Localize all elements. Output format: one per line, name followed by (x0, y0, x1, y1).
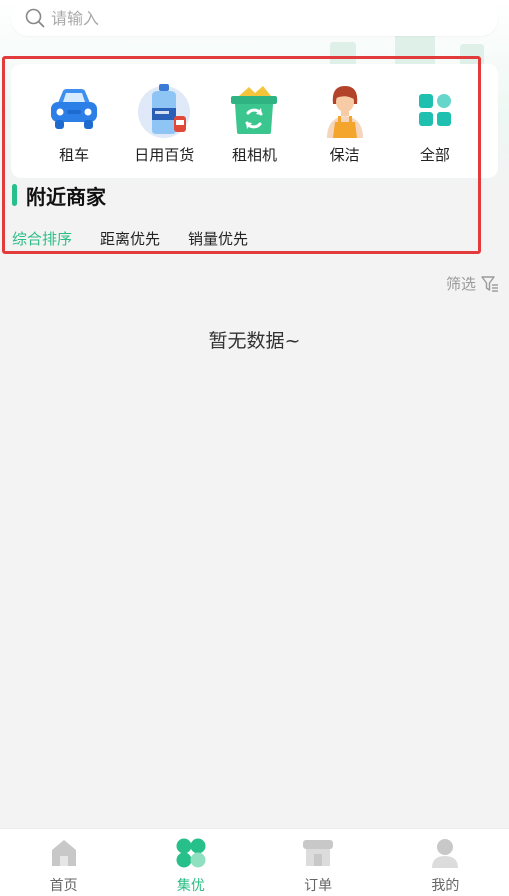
tab-label: 集优 (176, 878, 205, 894)
category-label: 全部 (419, 146, 450, 164)
category-label: 日用百货 (134, 146, 195, 164)
bottom-tab-bar: 首页 集优 订单 我的 (0, 828, 509, 896)
filter-button[interactable]: 筛选 (446, 273, 499, 294)
user-icon (428, 836, 462, 870)
category-daily-goods[interactable]: 日用百货 (121, 82, 207, 178)
search-bar[interactable] (11, 0, 498, 36)
camera-box-icon (226, 82, 282, 138)
category-car-rental[interactable]: 租车 (31, 82, 117, 178)
section-title: 附近商家 (26, 184, 106, 209)
car-icon (46, 82, 102, 138)
empty-state-text: 暂无数据~ (208, 330, 301, 352)
tab-label: 我的 (431, 878, 460, 894)
filter-icon (481, 275, 498, 292)
tab-label: 订单 (304, 878, 333, 894)
section-accent-bar (12, 184, 17, 206)
tab-home[interactable]: 首页 (0, 829, 127, 896)
water-bottle-icon (136, 82, 192, 138)
clover-icon (174, 836, 208, 870)
category-camera-rental[interactable]: 租相机 (211, 82, 297, 178)
category-label: 租相机 (231, 146, 277, 164)
home-icon (47, 836, 81, 870)
search-input[interactable] (51, 8, 451, 28)
shop-icon (301, 836, 335, 870)
category-grid: 租车 日用百货 租相机 保洁 全部 (11, 64, 498, 178)
sort-comprehensive[interactable]: 综合排序 (12, 228, 72, 249)
tab-mine[interactable]: 我的 (382, 829, 509, 896)
grid-icon (407, 82, 463, 138)
cleaner-icon (317, 82, 373, 138)
tab-label: 首页 (49, 878, 78, 894)
category-all[interactable]: 全部 (392, 82, 478, 178)
sort-options: 综合排序 距离优先 销量优先 (12, 228, 276, 249)
search-icon (25, 8, 45, 28)
tab-orders[interactable]: 订单 (255, 829, 382, 896)
category-label: 保洁 (329, 146, 360, 164)
section-header: 附近商家 (12, 182, 106, 209)
sort-sales[interactable]: 销量优先 (188, 228, 248, 249)
tab-jiyou[interactable]: 集优 (127, 829, 254, 896)
sort-distance[interactable]: 距离优先 (100, 228, 160, 249)
category-cleaning[interactable]: 保洁 (302, 82, 388, 178)
filter-label: 筛选 (445, 275, 476, 293)
category-label: 租车 (59, 146, 90, 164)
